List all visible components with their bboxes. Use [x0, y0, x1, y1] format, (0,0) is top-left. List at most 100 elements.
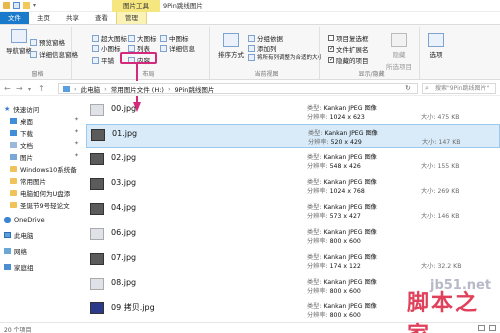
nav-item-pictures[interactable]: 图片 [10, 152, 33, 162]
list-item[interactable]: 00.jpg 类型: Kankan JPEG 图像 分辨率: 1024 x 62… [86, 100, 500, 124]
nav-item-homegroup[interactable]: 家庭组 [4, 262, 34, 272]
file-extensions-toggle[interactable]: 文件扩展名 [328, 44, 369, 54]
options-icon [428, 33, 444, 47]
file-dimensions: 分辨率: 520 x 429 [308, 139, 362, 146]
nav-item-downloads[interactable]: 下载 [10, 128, 33, 138]
list-item-selected[interactable]: 01.jpg 类型: Kankan JPEG 图像 分辨率: 520 x 429… [86, 124, 500, 148]
group-by-button[interactable]: 分组依据 [248, 33, 283, 43]
properties-icon[interactable] [13, 2, 20, 9]
nav-item-desktop[interactable]: 桌面 [10, 116, 33, 126]
file-type: 类型: Kankan JPEG 图像 [307, 204, 377, 211]
list-item[interactable]: 03.jpg 类型: Kankan JPEG 图像 分辨率: 1024 x 76… [86, 174, 500, 198]
add-columns-button[interactable]: 添加列 [248, 43, 277, 53]
small-icons-icon [92, 44, 99, 52]
nav-item-quick-access[interactable]: ★ 快速访问 [4, 104, 39, 114]
options-group: 选项 [424, 27, 454, 79]
up-icon[interactable]: ↑ [38, 84, 45, 93]
item-count: 20 个项目 [4, 327, 32, 333]
hide-selected-button[interactable]: 隐藏 所选项目 [386, 33, 412, 71]
tab-view[interactable]: 查看 [87, 12, 116, 24]
hidden-items-toggle[interactable]: 隐藏的项目 [328, 55, 369, 65]
file-type: 类型: Kankan JPEG 图像 [307, 254, 377, 261]
nav-pane-icon [11, 29, 27, 43]
file-type: 类型: Kankan JPEG 图像 [307, 105, 377, 112]
list-item[interactable]: 06.jpg 类型: Kankan JPEG 图像 分辨率: 800 x 600 [86, 224, 500, 248]
item-checkboxes-checkbox[interactable] [328, 35, 334, 41]
ribbon-tabs: 文件 主页 共享 查看 管理 [0, 12, 500, 24]
medium-icons-button[interactable]: 中图标 [160, 33, 189, 43]
list-view-icon [128, 44, 135, 52]
details-pane-button[interactable]: 详细信息窗格 [30, 49, 78, 59]
nav-item-folder-usb[interactable]: 电脑如何为U盘添 [10, 188, 70, 198]
pin-icon[interactable]: ✦ [74, 152, 79, 159]
context-tab-picture-tools: 图片工具 [112, 0, 160, 12]
pin-icon[interactable]: ✦ [74, 128, 79, 135]
preview-pane-icon [30, 38, 37, 46]
current-view-group: 排序方式 分组依据 添加列 将所有列调整为合适的大小 当前视图 [214, 27, 321, 79]
desktop-icon [10, 118, 17, 124]
homegroup-icon [4, 264, 11, 270]
list-item[interactable]: 07.jpg 类型: Kankan JPEG 图像 分辨率: 174 x 122… [86, 249, 500, 273]
pane-group-label: 窗格 [31, 71, 44, 78]
folder-icon [10, 202, 17, 208]
extra-large-icons-button[interactable]: 超大图标 [92, 33, 127, 43]
group-by-icon [248, 34, 255, 42]
file-extensions-checkbox[interactable] [328, 45, 334, 52]
file-type: 类型: Kankan JPEG 图像 [307, 229, 377, 236]
recent-locations-icon[interactable]: ▾ [28, 86, 31, 93]
forward-icon[interactable]: → [16, 84, 23, 93]
options-button[interactable]: 选项 [428, 33, 444, 59]
preview-pane-button[interactable]: 预览窗格 [30, 37, 65, 47]
customize-toolbar-icon[interactable]: ▾ [33, 2, 40, 9]
pin-icon[interactable]: ✦ [74, 140, 79, 147]
extra-large-icons-icon [92, 34, 99, 42]
nav-item-folder-common-pictures[interactable]: 常用图片 [10, 176, 46, 186]
file-name: 09 拷贝.jpg [111, 303, 155, 312]
list-item[interactable]: 02.jpg 类型: Kankan JPEG 图像 分辨率: 548 x 426… [86, 149, 500, 173]
file-dimensions: 分辨率: 174 x 122 [307, 263, 361, 270]
breadcrumb-this-pc[interactable]: 此电脑 [81, 84, 101, 94]
search-icon: ⌕ [425, 84, 429, 92]
folder-icon [10, 178, 17, 184]
image-thumbnail [90, 203, 104, 215]
small-icons-button[interactable]: 小图标 [92, 43, 121, 53]
document-icon [10, 142, 17, 148]
sort-by-button[interactable]: 排序方式 [218, 33, 244, 59]
file-name: 04.jpg [111, 203, 137, 212]
file-dimensions: 分辨率: 800 x 600 [307, 312, 361, 319]
search-input[interactable]: ⌕ 搜索"9Pin跳线图片" [422, 83, 496, 94]
nav-item-network[interactable]: 网络 [4, 246, 27, 256]
details-view-icon [160, 44, 167, 52]
breadcrumb-drive[interactable]: 常用图片文件 (H:) [111, 84, 164, 94]
back-icon[interactable]: ← [4, 84, 11, 93]
tab-manage[interactable]: 管理 [116, 12, 147, 24]
item-checkboxes-toggle[interactable]: 项目复选框 [328, 33, 369, 43]
tab-share[interactable]: 共享 [58, 12, 87, 24]
nav-item-this-pc[interactable]: 此电脑 [4, 230, 34, 240]
details-view-button[interactable]: 详细信息 [160, 43, 195, 53]
nav-item-onedrive[interactable]: OneDrive [4, 216, 45, 224]
tab-home[interactable]: 主页 [29, 12, 58, 24]
new-folder-icon[interactable] [23, 2, 30, 9]
tab-file[interactable]: 文件 [0, 12, 29, 24]
image-thumbnail [90, 253, 104, 265]
refresh-icon[interactable]: ↻ [405, 84, 411, 92]
window-title: 9Pin跳线图片 [163, 2, 203, 10]
breadcrumb-folder[interactable]: 9Pin跳线图片 [175, 84, 215, 94]
quick-access-toolbar: ▾ [3, 2, 40, 9]
tiles-view-icon [92, 56, 99, 64]
nav-item-documents[interactable]: 文档 [10, 140, 33, 150]
nav-item-folder-christmas[interactable]: 圣诞节9号轻论文 [10, 200, 70, 210]
list-item[interactable]: 04.jpg 类型: Kankan JPEG 图像 分辨率: 573 x 427… [86, 199, 500, 223]
size-all-columns-button[interactable]: 将所有列调整为合适的大小 [248, 53, 321, 61]
file-dimensions: 分辨率: 1024 x 623 [307, 114, 365, 121]
file-dimensions: 分辨率: 548 x 426 [307, 163, 361, 170]
pin-icon[interactable]: ✦ [74, 116, 79, 123]
nav-item-folder-win10[interactable]: Windows10系统备 [10, 164, 77, 174]
large-icons-button[interactable]: 大图标 [128, 33, 157, 43]
breadcrumb[interactable]: › 此电脑 › 常用图片文件 (H:) › 9Pin跳线图片 [58, 83, 418, 94]
hidden-items-checkbox[interactable] [328, 56, 334, 63]
pane-group: 导航窗格 预览窗格 详细信息窗格 窗格 [4, 27, 78, 79]
tiles-view-button[interactable]: 平铺 [92, 55, 114, 65]
nav-pane-button[interactable]: 导航窗格 [6, 29, 32, 55]
